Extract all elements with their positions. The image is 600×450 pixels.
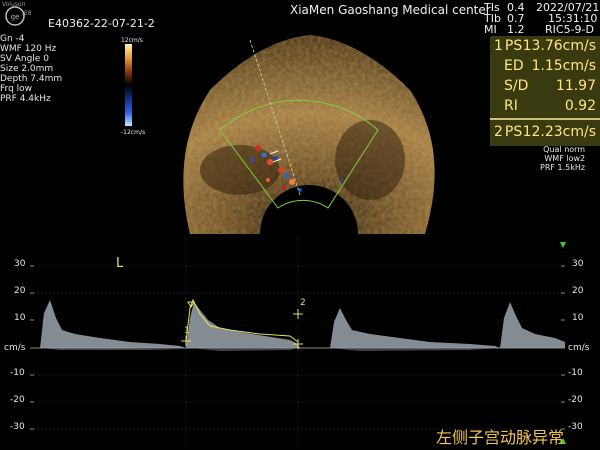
colorbar-gradient bbox=[125, 44, 132, 126]
diagnosis-caption: 左侧子宫动脉异常 bbox=[436, 428, 565, 447]
doppler-spectrum: 30 20 10 cm/s -10 -20 -30 30 20 10 cm/s … bbox=[0, 238, 600, 450]
measure-row-ps1: 1 PS 13.76cm/s bbox=[490, 36, 600, 56]
measure-value: 1.15cm/s bbox=[531, 58, 596, 74]
param-sv-angle: SV Angle 0 bbox=[0, 54, 49, 64]
param-depth: Depth 7.4mm bbox=[0, 74, 63, 84]
left-parameters: Gn -4 WMF 120 Hz SV Angle 0 Size 2.0mm D… bbox=[0, 34, 62, 104]
ultrasound-sector-image bbox=[150, 30, 465, 234]
measure-row-ri: RI 0.92 bbox=[490, 96, 600, 116]
quality-param: PRF 1.5kHz bbox=[540, 163, 586, 172]
measure-index: 2 bbox=[494, 124, 503, 140]
left-scale-neg20: -20 bbox=[10, 395, 25, 405]
colorbar-bottom-label: -12cm/s bbox=[121, 129, 146, 136]
measure-value: 11.97 bbox=[555, 78, 596, 94]
left-scale-unit: cm/s bbox=[4, 343, 26, 353]
cursor-2-label: 2 bbox=[300, 298, 306, 308]
measure-label: PS bbox=[504, 124, 523, 140]
left-scale-neg30: -30 bbox=[10, 422, 25, 432]
quality-parameters: Qual norm WMF low2 PRF 1.5kHz bbox=[540, 145, 585, 172]
probe: RIC5-9-D bbox=[545, 23, 594, 36]
right-scale-30: 30 bbox=[572, 259, 584, 269]
right-scale-20: 20 bbox=[572, 286, 584, 296]
measure-label: S/D bbox=[504, 78, 529, 94]
measure-row-ps2: 2 PS 12.23cm/s bbox=[490, 122, 600, 142]
mi-label: MI bbox=[484, 23, 497, 36]
quality-param: WMF low2 bbox=[544, 154, 586, 163]
doppler-spectrum-canvas bbox=[30, 238, 566, 450]
left-scale-30: 30 bbox=[14, 259, 26, 269]
measure-row-sd: S/D 11.97 bbox=[490, 76, 600, 96]
measure-label: RI bbox=[504, 98, 518, 114]
right-scale-neg30: -30 bbox=[568, 422, 583, 432]
center-name: XiaMen Gaoshang Medical center bbox=[290, 3, 491, 17]
param-size: Size 2.0mm bbox=[0, 64, 54, 74]
measure-value: 0.92 bbox=[564, 98, 596, 114]
left-scale-20: 20 bbox=[14, 286, 26, 296]
param-wmf: WMF 120 Hz bbox=[0, 44, 57, 54]
svg-text:ge: ge bbox=[11, 13, 20, 21]
right-scale-unit: cm/s bbox=[568, 343, 590, 353]
measurement-panel: 1 PS 13.76cm/s ED 1.15cm/s S/D 11.97 RI 0… bbox=[490, 36, 600, 146]
logo-text: Voluson bbox=[2, 1, 26, 8]
measure-value: 12.23cm/s bbox=[522, 124, 596, 140]
quality-param: Qual norm bbox=[543, 145, 586, 154]
param-frq: Frq low bbox=[0, 84, 33, 94]
param-gain: Gn -4 bbox=[0, 34, 25, 44]
measure-value: 13.76cm/s bbox=[522, 38, 596, 54]
color-velocity-bar: 12cm/s -12cm/s bbox=[121, 36, 151, 136]
lead-label: L bbox=[116, 256, 124, 271]
measure-label: ED bbox=[504, 58, 524, 74]
right-scale-neg10: -10 bbox=[568, 368, 583, 378]
left-scale-10: 10 bbox=[14, 313, 26, 323]
right-scale-10: 10 bbox=[572, 313, 584, 323]
measure-row-ed: ED 1.15cm/s bbox=[490, 56, 600, 76]
right-scale-neg20: -20 bbox=[568, 395, 583, 405]
param-prf: PRF 4.4kHz bbox=[0, 94, 51, 104]
logo-sub: E8 bbox=[24, 10, 32, 17]
patient-id: E40362-22-07-21-2 bbox=[48, 17, 155, 30]
cursor-1-label: 1 bbox=[184, 326, 190, 336]
mi-value: 1.2 bbox=[507, 23, 525, 36]
measure-index: 1 bbox=[494, 38, 503, 54]
measure-label: PS bbox=[504, 38, 523, 54]
measure-separator bbox=[490, 118, 600, 120]
left-scale-neg10: -10 bbox=[10, 368, 25, 378]
top-bar: ge Voluson E8 E40362-22-07-21-2 XiaMen G… bbox=[0, 0, 600, 36]
